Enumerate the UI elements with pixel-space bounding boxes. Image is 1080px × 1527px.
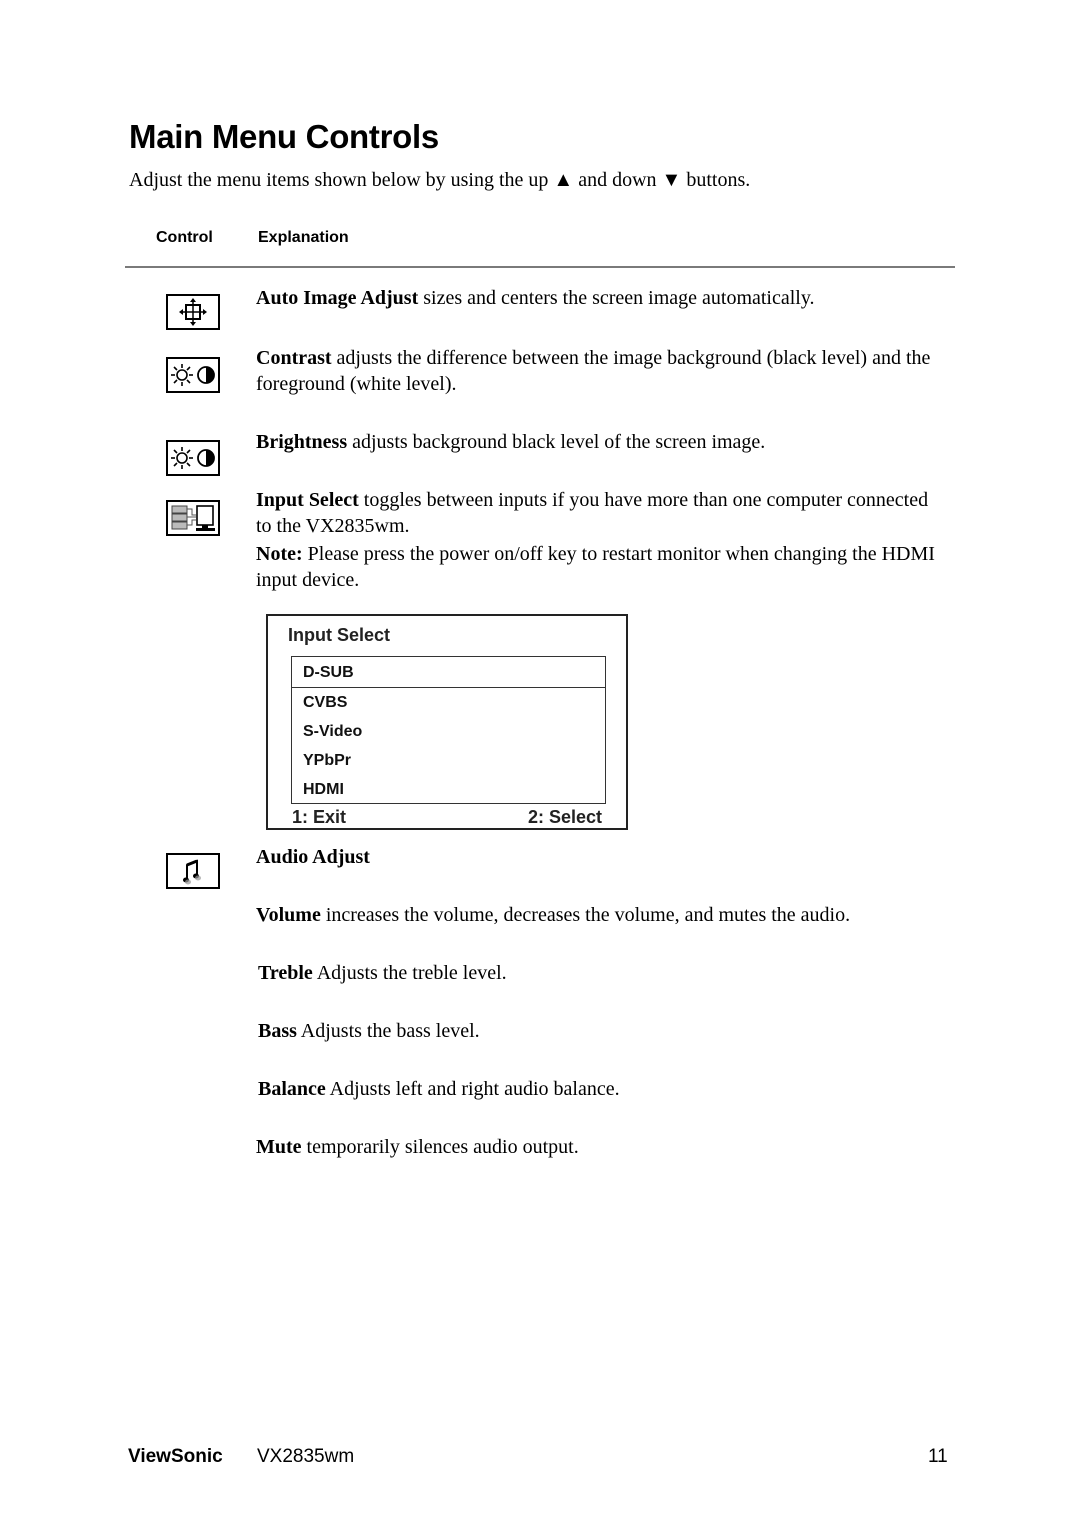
control-text: adjusts the difference between the image… xyxy=(256,347,931,395)
down-arrow-icon: ▼ xyxy=(661,169,682,191)
control-name: Contrast xyxy=(256,347,332,369)
osd-select-label: 2: Select xyxy=(527,807,602,827)
control-description: Contrast adjusts the difference between … xyxy=(256,345,946,397)
page-title: Main Menu Controls xyxy=(129,118,439,155)
audio-item: Mute temporarily silences audio output. xyxy=(256,1134,946,1160)
brightness-icon xyxy=(166,440,220,476)
auto-image-adjust-icon xyxy=(166,294,220,330)
intro-text: Adjust the menu items shown below by usi… xyxy=(129,169,750,192)
osd-option[interactable]: HDMI xyxy=(303,781,344,799)
column-header-explanation: Explanation xyxy=(258,229,349,246)
control-description: Audio Adjust xyxy=(256,844,946,870)
audio-item-text: Adjusts the treble level. xyxy=(312,962,507,984)
note-label: Note: xyxy=(256,543,303,565)
osd-title: Input Select xyxy=(288,625,391,645)
audio-item-text: Adjusts left and right audio balance. xyxy=(325,1078,620,1100)
osd-option-label: D-SUB xyxy=(303,664,354,681)
control-name: Auto Image Adjust xyxy=(256,287,419,309)
audio-item: Bass Adjusts the bass level. xyxy=(258,1018,948,1044)
header-divider xyxy=(125,266,955,268)
control-text: adjusts background black level of the sc… xyxy=(347,431,766,453)
audio-item-name: Balance xyxy=(258,1078,326,1100)
audio-item-name: Bass xyxy=(258,1020,297,1042)
audio-item-name: Treble xyxy=(258,962,313,984)
control-description: Input Select toggles between inputs if y… xyxy=(256,487,946,539)
input-select-icon xyxy=(166,500,220,536)
column-header-control: Control xyxy=(156,229,213,246)
control-name: Brightness xyxy=(256,431,348,453)
up-arrow-icon: ▲ xyxy=(553,169,574,191)
footer-model: VX2835wm xyxy=(257,1446,355,1467)
osd-option-selected[interactable]: D-SUB xyxy=(292,657,605,688)
intro-part: buttons. xyxy=(681,169,751,191)
control-name: Input Select xyxy=(256,489,359,511)
osd-option[interactable]: S-Video xyxy=(303,723,362,741)
audio-item: Treble Adjusts the treble level. xyxy=(258,960,948,986)
control-description: Brightness adjusts background black leve… xyxy=(256,429,946,455)
intro-part: Adjust the menu items shown below by usi… xyxy=(129,169,554,191)
control-text: sizes and centers the screen image autom… xyxy=(418,287,815,309)
osd-option[interactable]: CVBS xyxy=(303,694,347,712)
audio-item: Volume increases the volume, decreases t… xyxy=(256,902,946,928)
note-text: Please press the power on/off key to res… xyxy=(256,543,935,591)
audio-item-text: Adjusts the bass level. xyxy=(296,1020,480,1042)
control-name: Audio Adjust xyxy=(256,846,370,868)
input-select-note: Note: Please press the power on/off key … xyxy=(256,541,946,593)
control-description: Auto Image Adjust sizes and centers the … xyxy=(256,285,946,311)
contrast-icon xyxy=(166,357,220,393)
audio-item-name: Mute xyxy=(256,1136,302,1158)
intro-part: and down xyxy=(573,169,662,191)
audio-item-text: temporarily silences audio output. xyxy=(301,1136,579,1158)
audio-item-name: Volume xyxy=(256,904,321,926)
footer-brand: ViewSonic xyxy=(128,1446,223,1467)
audio-adjust-icon xyxy=(166,853,220,889)
osd-exit-label: 1: Exit xyxy=(292,807,347,827)
osd-option[interactable]: YPbPr xyxy=(303,752,351,770)
osd-option-list: D-SUB CVBS S-Video YPbPr HDMI xyxy=(291,656,606,804)
page-number: 11 xyxy=(928,1446,948,1467)
input-select-osd: Input Select D-SUB CVBS S-Video YPbPr HD… xyxy=(266,614,628,830)
audio-item-text: increases the volume, decreases the volu… xyxy=(320,904,851,926)
audio-item: Balance Adjusts left and right audio bal… xyxy=(258,1076,948,1102)
